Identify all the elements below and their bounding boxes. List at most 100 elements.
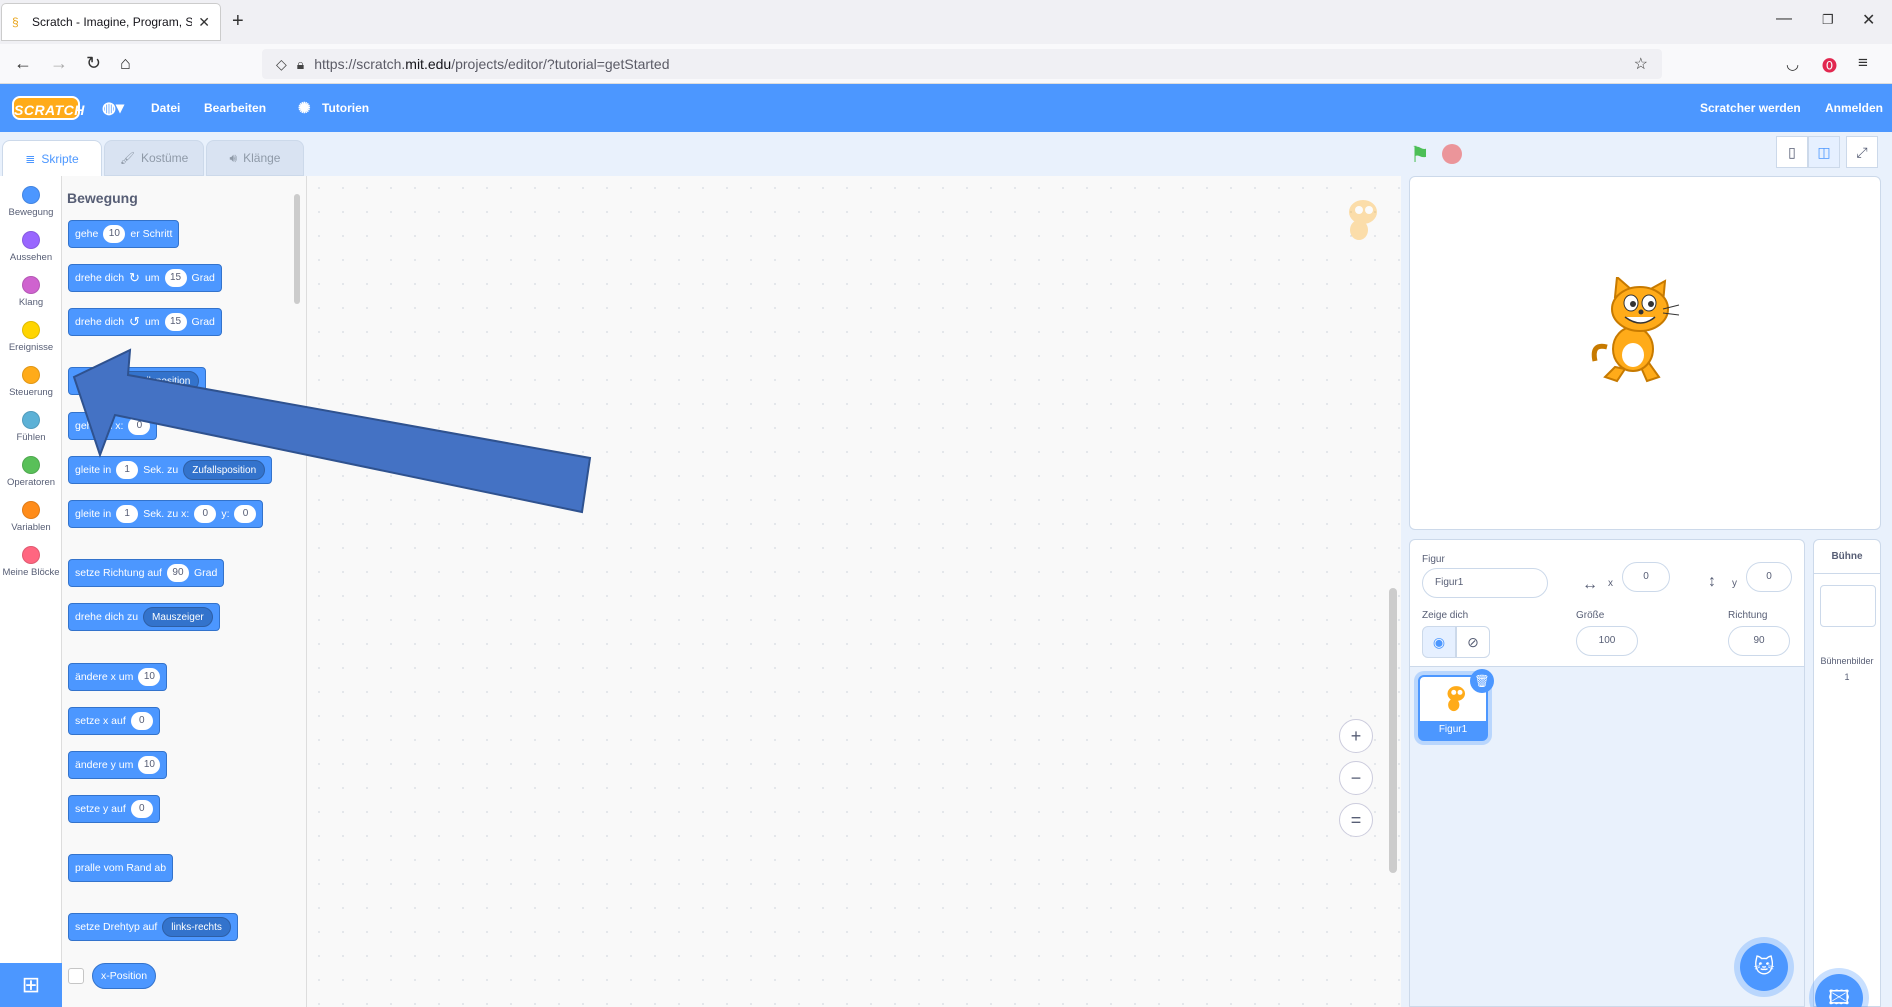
block-set-y[interactable]: setze y auf 0 — [68, 795, 160, 823]
block-glide-to-target[interactable]: gleite in 1 Sek. zu Zufallsposition — [68, 456, 273, 484]
category-item[interactable]: Ereignisse — [0, 321, 62, 353]
glide-target-dropdown[interactable]: Zufallsposition — [183, 460, 266, 480]
rotate-left-icon: ↺ — [129, 314, 140, 329]
category-item[interactable]: Variablen — [0, 501, 62, 533]
size-field[interactable]: 100 — [1576, 626, 1638, 656]
reload-icon[interactable]: ↻ — [86, 53, 101, 74]
stage-canvas[interactable] — [1409, 176, 1881, 530]
current-sprite-icon — [1349, 200, 1377, 240]
block-point-towards[interactable]: drehe dich zu Mauszeiger — [68, 603, 220, 631]
rotate-right-icon: ↻ — [129, 270, 140, 285]
category-item[interactable]: Steuerung — [0, 366, 62, 398]
sprite-card[interactable]: 🗑︎ Figur1 — [1418, 669, 1494, 741]
language-globe-icon[interactable]: ◍▾ — [102, 98, 124, 118]
back-icon[interactable]: ← — [14, 53, 32, 74]
hide-sprite-eye-icon[interactable]: ⊘ — [1456, 626, 1490, 658]
backdrops-count: 1 — [1844, 672, 1850, 682]
category-item[interactable]: Klang — [0, 276, 62, 308]
zoom-in-button[interactable]: + — [1339, 719, 1373, 753]
tab-costumes[interactable]: 🖌︎ Kostüme — [104, 140, 204, 176]
y-position-field[interactable]: 0 — [1746, 562, 1792, 592]
sprite-info-panel: Figur Figur1 ↔ x 0 ↕ y 0 Zeige dich ◉ ⊘ … — [1409, 539, 1805, 667]
reporter-x-position[interactable]: x-Position — [92, 963, 157, 989]
block-set-rotation-style[interactable]: setze Drehtyp auf links-rechts — [68, 913, 238, 941]
green-flag-icon[interactable]: ⚑ — [1410, 142, 1430, 168]
category-item[interactable]: Bewegung — [0, 186, 62, 218]
forward-icon[interactable]: → — [50, 53, 68, 74]
sprite-list: 🗑︎ Figur1 🐱︎ — [1409, 667, 1805, 1007]
block-go-to-target[interactable]: gehe zu Zufallsposition — [68, 367, 207, 395]
rotation-style-dropdown[interactable]: links-rechts — [162, 917, 231, 937]
point-towards-dropdown[interactable]: Mauszeiger — [143, 607, 213, 627]
category-item[interactable]: Meine Blöcke — [0, 546, 62, 578]
cat-sprite[interactable] — [1585, 277, 1685, 387]
url-text: https://scratch.mit.edu/projects/editor/… — [314, 56, 670, 72]
extension-icon[interactable]: ⓿ — [1822, 55, 1837, 76]
home-icon[interactable]: ⌂ — [120, 53, 131, 74]
code-scrollbar[interactable] — [1389, 588, 1397, 873]
sign-in-link[interactable]: Anmelden — [1825, 101, 1883, 115]
category-label: Ereignisse — [8, 342, 54, 353]
shield-icon[interactable]: ◇ — [276, 56, 287, 73]
block-turn-left[interactable]: drehe dich ↺ um 15 Grad — [68, 308, 222, 336]
delete-sprite-trash-icon[interactable]: 🗑︎ — [1470, 669, 1494, 693]
menu-file[interactable]: Datei — [151, 101, 180, 115]
block-bounce-on-edge[interactable]: pralle vom Rand ab — [68, 854, 174, 882]
block-change-y[interactable]: ändere y um 10 — [68, 751, 168, 779]
menu-tutorials[interactable]: Tutorien — [322, 101, 369, 115]
block-go-to-xy[interactable]: gehe zu x: 0 — [68, 412, 158, 440]
sprite-label: Figur — [1422, 554, 1445, 565]
hamburger-menu-icon[interactable]: ≡ — [1858, 53, 1868, 73]
category-color-dot — [22, 186, 40, 204]
tab-code[interactable]: ≣ Skripte — [2, 140, 102, 176]
zoom-reset-button[interactable]: = — [1339, 803, 1373, 837]
stage-thumbnail[interactable] — [1820, 585, 1876, 627]
scratch-logo[interactable]: SCRATCH — [12, 96, 84, 120]
category-item[interactable]: Operatoren — [0, 456, 62, 488]
minimize-icon[interactable]: — — [1776, 10, 1792, 28]
close-window-icon[interactable]: ✕ — [1862, 10, 1875, 30]
normal-stage-button[interactable]: ◫ — [1808, 136, 1840, 168]
join-scratch-link[interactable]: Scratcher werden — [1700, 101, 1801, 115]
block-set-x[interactable]: setze x auf 0 — [68, 707, 160, 735]
choose-sprite-cat-icon[interactable]: 🐱︎ — [1740, 943, 1788, 991]
lock-icon[interactable]: 🔒︎ — [297, 56, 304, 73]
block-glide-to-xy[interactable]: gleite in 1 Sek. zu x: 0 y: 0 — [68, 500, 264, 528]
block-palette: Bewegung gehe 10 er Schritt drehe dich ↻ um 1… — [62, 176, 307, 1007]
steps-input[interactable]: 10 — [103, 225, 126, 243]
new-tab-button[interactable]: + — [232, 10, 244, 33]
block-point-in-direction[interactable]: setze Richtung auf 90 Grad — [68, 559, 225, 587]
stop-icon[interactable] — [1442, 144, 1462, 164]
pocket-icon[interactable]: ◡ — [1786, 55, 1799, 73]
menu-edit[interactable]: Bearbeiten — [204, 101, 266, 115]
x-position-checkbox[interactable] — [68, 968, 84, 984]
category-color-dot — [22, 501, 40, 519]
close-tab-icon[interactable]: ✕ — [198, 14, 210, 31]
small-stage-button[interactable]: ▯ — [1776, 136, 1808, 168]
goto-target-dropdown[interactable]: Zufallsposition — [117, 371, 200, 391]
category-item[interactable]: Aussehen — [0, 231, 62, 263]
x-position-field[interactable]: 0 — [1622, 562, 1670, 592]
url-bar[interactable]: ◇ 🔒︎ https://scratch.mit.edu/projects/ed… — [262, 49, 1662, 79]
y-label: y — [1732, 578, 1737, 589]
block-turn-right[interactable]: drehe dich ↻ um 15 Grad — [68, 264, 222, 292]
browser-tab[interactable]: § Scratch - Imagine, Program, Sh ✕ — [2, 4, 220, 40]
show-label: Zeige dich — [1422, 610, 1469, 621]
add-extension-button[interactable]: ⊞ — [0, 963, 62, 1007]
category-item[interactable]: Fühlen — [0, 411, 62, 443]
category-label: Fühlen — [16, 432, 46, 443]
fullscreen-icon[interactable]: ⤢ — [1846, 136, 1878, 168]
block-change-x[interactable]: ändere x um 10 — [68, 663, 168, 691]
show-sprite-eye-icon[interactable]: ◉ — [1422, 626, 1456, 658]
stage-selector[interactable]: Bühne Bühnenbilder 1 — [1813, 539, 1881, 1007]
block-move-steps[interactable]: gehe 10 er Schritt — [68, 220, 180, 248]
bookmark-star-icon[interactable]: ☆ — [1634, 54, 1648, 74]
category-menu: Bewegung Aussehen Klang Ereignisse Steuerung… — [0, 176, 62, 1007]
sprite-name-field[interactable]: Figur1 — [1422, 568, 1548, 598]
restore-icon[interactable]: ❐ — [1822, 12, 1834, 28]
code-workspace[interactable] — [307, 176, 1401, 1007]
palette-scrollbar[interactable] — [294, 194, 300, 304]
direction-field[interactable]: 90 — [1728, 626, 1790, 656]
tab-sounds[interactable]: 🔊︎ Klänge — [206, 140, 304, 176]
zoom-out-button[interactable]: − — [1339, 761, 1373, 795]
